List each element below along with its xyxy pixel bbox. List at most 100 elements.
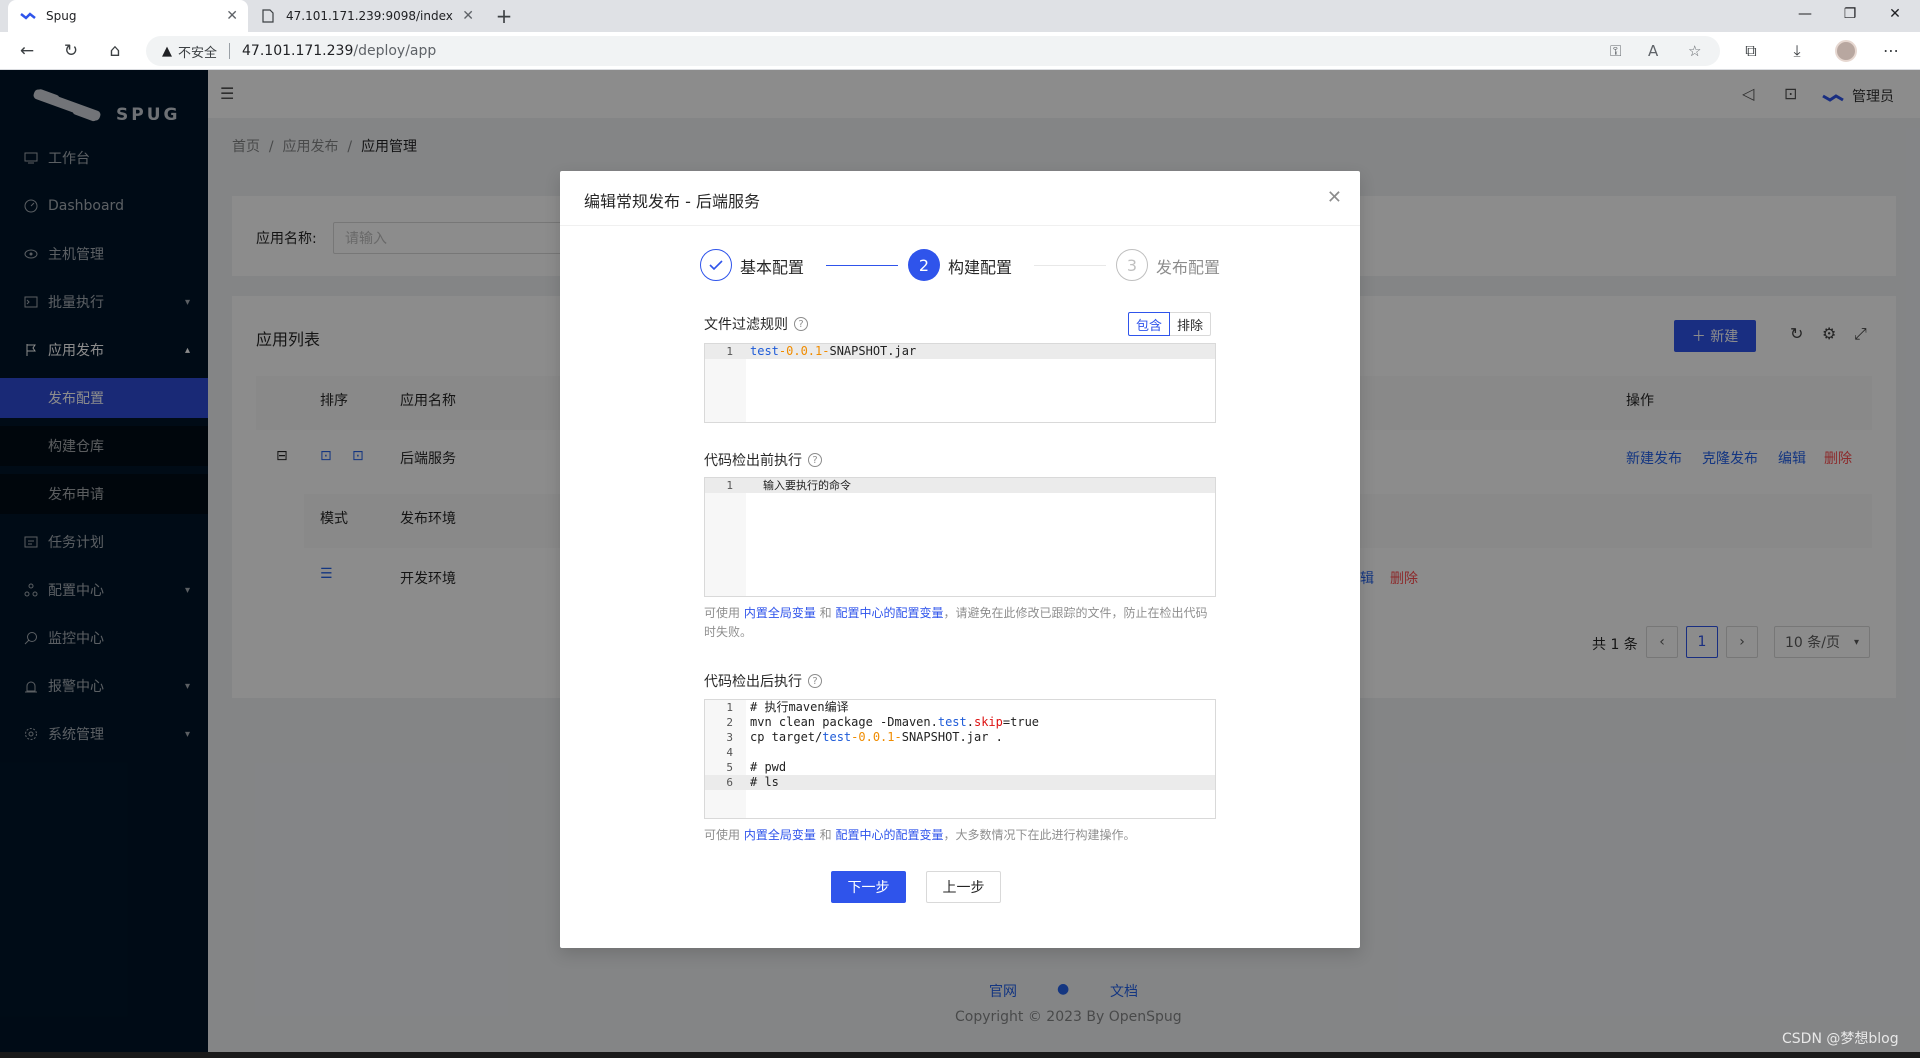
watermark: CSDN @梦想blog [1782,1031,1899,1047]
favorite-star-icon[interactable]: ☆ [1688,42,1701,60]
step-3-title: 发布配置 [1156,258,1221,277]
reload-icon[interactable]: ↻ [60,40,82,62]
filter-label-text: 文件过滤规则 [704,317,788,333]
code-token: test [822,730,852,744]
close-icon[interactable]: ✕ [1327,187,1342,208]
line-number: 3 [726,731,733,744]
address-bar-row: ← ↻ ⌂ ▲ 不安全 47.101.171.239 /deploy/app ⚿… [0,32,1920,70]
extensions-icon[interactable]: ⧉ [1740,41,1762,63]
step-2-tail [1034,265,1106,266]
step-3-index: 3 [1126,255,1138,275]
close-tab-icon[interactable]: ✕ [226,8,238,24]
browser-tab-spug[interactable]: Spug ✕ [8,0,248,32]
more-menu-icon[interactable]: ⋯ [1880,41,1902,63]
filter-mode-radio-group: 包含 排除 [1128,312,1212,336]
help-text: 和 [815,606,836,620]
next-step-button[interactable]: 下一步 [831,871,906,903]
code-token: -0.0.1- [851,730,902,744]
code-token: . [966,715,974,729]
check-icon [700,249,732,281]
pre-checkout-help: 可使用 内置全局变量 和 配置中心的配置变量，请避免在此修改已跟踪的文件，防止在… [704,604,1216,642]
minimize-icon[interactable]: — [1795,6,1815,26]
download-icon[interactable]: ⤓ [1786,41,1808,63]
code-line: 1 输入要执行的命令 [705,478,1215,493]
step-2-index: 2 [918,255,930,275]
code-text: # ls [750,775,779,789]
window-close-icon[interactable]: ✕ [1885,6,1905,26]
code-line: 1 # 执行maven编译 [705,700,1215,715]
step-3-circle: 3 [1116,249,1148,281]
line-number: 4 [726,746,733,759]
code-token: SNAPSHOT.jar [829,344,917,358]
code-line: 5 # pwd [705,760,1215,775]
browser-tab-index[interactable]: 47.101.171.239:9098/index ✕ [248,0,484,32]
line-number: 1 [726,479,733,492]
code-token: skip [973,715,1003,729]
code-line: 4 [705,745,1215,760]
code-line: 2 mvn clean package -Dmaven.test.skip=tr… [705,715,1215,730]
post-checkout-code-editor[interactable]: 1 # 执行maven编译 2 mvn clean package -Dmave… [704,699,1216,819]
browser-tab-strip: Spug ✕ 47.101.171.239:9098/index ✕ + — ❐… [0,0,1920,32]
radio-exclude[interactable]: 排除 [1170,312,1212,336]
code-line: 3 cp target/test-0.0.1-SNAPSHOT.jar . [705,730,1215,745]
line-number: 5 [726,761,733,774]
code-line: 1 test-0.0.1-SNAPSHOT.jar [705,344,1215,359]
code-text: # 执行maven编译 [750,700,849,714]
filter-code-editor[interactable]: 1 test-0.0.1-SNAPSHOT.jar [704,343,1216,423]
code-token: mvn clean package -Dmaven. [750,715,938,729]
filter-label: 文件过滤规则 ? [704,314,808,334]
code-token: -0.0.1- [778,344,830,358]
question-circle-icon[interactable]: ? [808,453,822,467]
pre-checkout-label-text: 代码检出前执行 [704,453,802,469]
profile-avatar[interactable] [1835,40,1857,62]
prev-step-button[interactable]: 上一步 [926,871,1001,903]
builtin-vars-link[interactable]: 内置全局变量 [744,606,816,620]
help-text: ，大多数情况下在此进行构建操作。 [943,828,1136,842]
question-circle-icon[interactable]: ? [808,674,822,688]
help-text: 可使用 [704,606,744,620]
pre-checkout-label: 代码检出前执行 ? [704,450,822,470]
code-token: test [937,715,967,729]
step-1-tail [826,265,898,266]
close-tab-icon[interactable]: ✕ [462,8,474,24]
prev-step-label: 上一步 [942,880,985,896]
url-host: 47.101.171.239 [242,43,354,59]
code-line: 6 # ls [705,775,1215,790]
edit-deploy-modal: 编辑常规发布 - 后端服务 ✕ 基本配置 2 构建配置 3 发布配置 文件过滤规… [560,171,1360,948]
tab-title: Spug [46,9,77,23]
modal-header: 编辑常规发布 - 后端服务 [560,171,1360,226]
post-checkout-label-text: 代码检出后执行 [704,674,802,690]
code-token: test [750,344,779,358]
new-tab-button[interactable]: + [492,4,516,28]
read-aloud-icon[interactable]: A [1648,42,1658,60]
post-checkout-help: 可使用 内置全局变量 和 配置中心的配置变量，大多数情况下在此进行构建操作。 [704,826,1216,845]
line-number: 1 [726,701,733,714]
radio-include-label: 包含 [1136,318,1163,334]
page-icon [260,8,276,24]
back-icon[interactable]: ← [16,40,38,62]
step-1-title: 基本配置 [740,258,805,277]
spug-favicon-icon [20,8,36,24]
help-text: 可使用 [704,828,744,842]
code-token: SNAPSHOT.jar . [901,730,1003,744]
restore-icon[interactable]: ❐ [1840,6,1860,26]
home-icon[interactable]: ⌂ [104,40,126,62]
code-text: # pwd [750,760,787,774]
radio-include[interactable]: 包含 [1128,312,1171,336]
url-path: /deploy/app [353,43,437,59]
code-token: cp target/ [750,730,823,744]
config-vars-link[interactable]: 配置中心的配置变量 [835,828,943,842]
key-icon[interactable]: ⚿ [1610,42,1621,60]
url-divider [229,43,231,59]
tab-title: 47.101.171.239:9098/index [286,9,453,23]
line-number: 6 [726,776,733,789]
config-vars-link[interactable]: 配置中心的配置变量 [835,606,943,620]
security-label: 不安全 [178,45,218,61]
builtin-vars-link[interactable]: 内置全局变量 [744,828,816,842]
line-number: 2 [726,716,733,729]
code-text: mvn clean package -Dmaven.test.skip=true [750,715,1039,730]
url-input[interactable]: ▲ 不安全 47.101.171.239 /deploy/app [146,36,1720,66]
pre-checkout-code-editor[interactable]: 1 输入要执行的命令 [704,477,1216,597]
question-circle-icon[interactable]: ? [794,317,808,331]
code-text: test-0.0.1-SNAPSHOT.jar [750,344,916,359]
